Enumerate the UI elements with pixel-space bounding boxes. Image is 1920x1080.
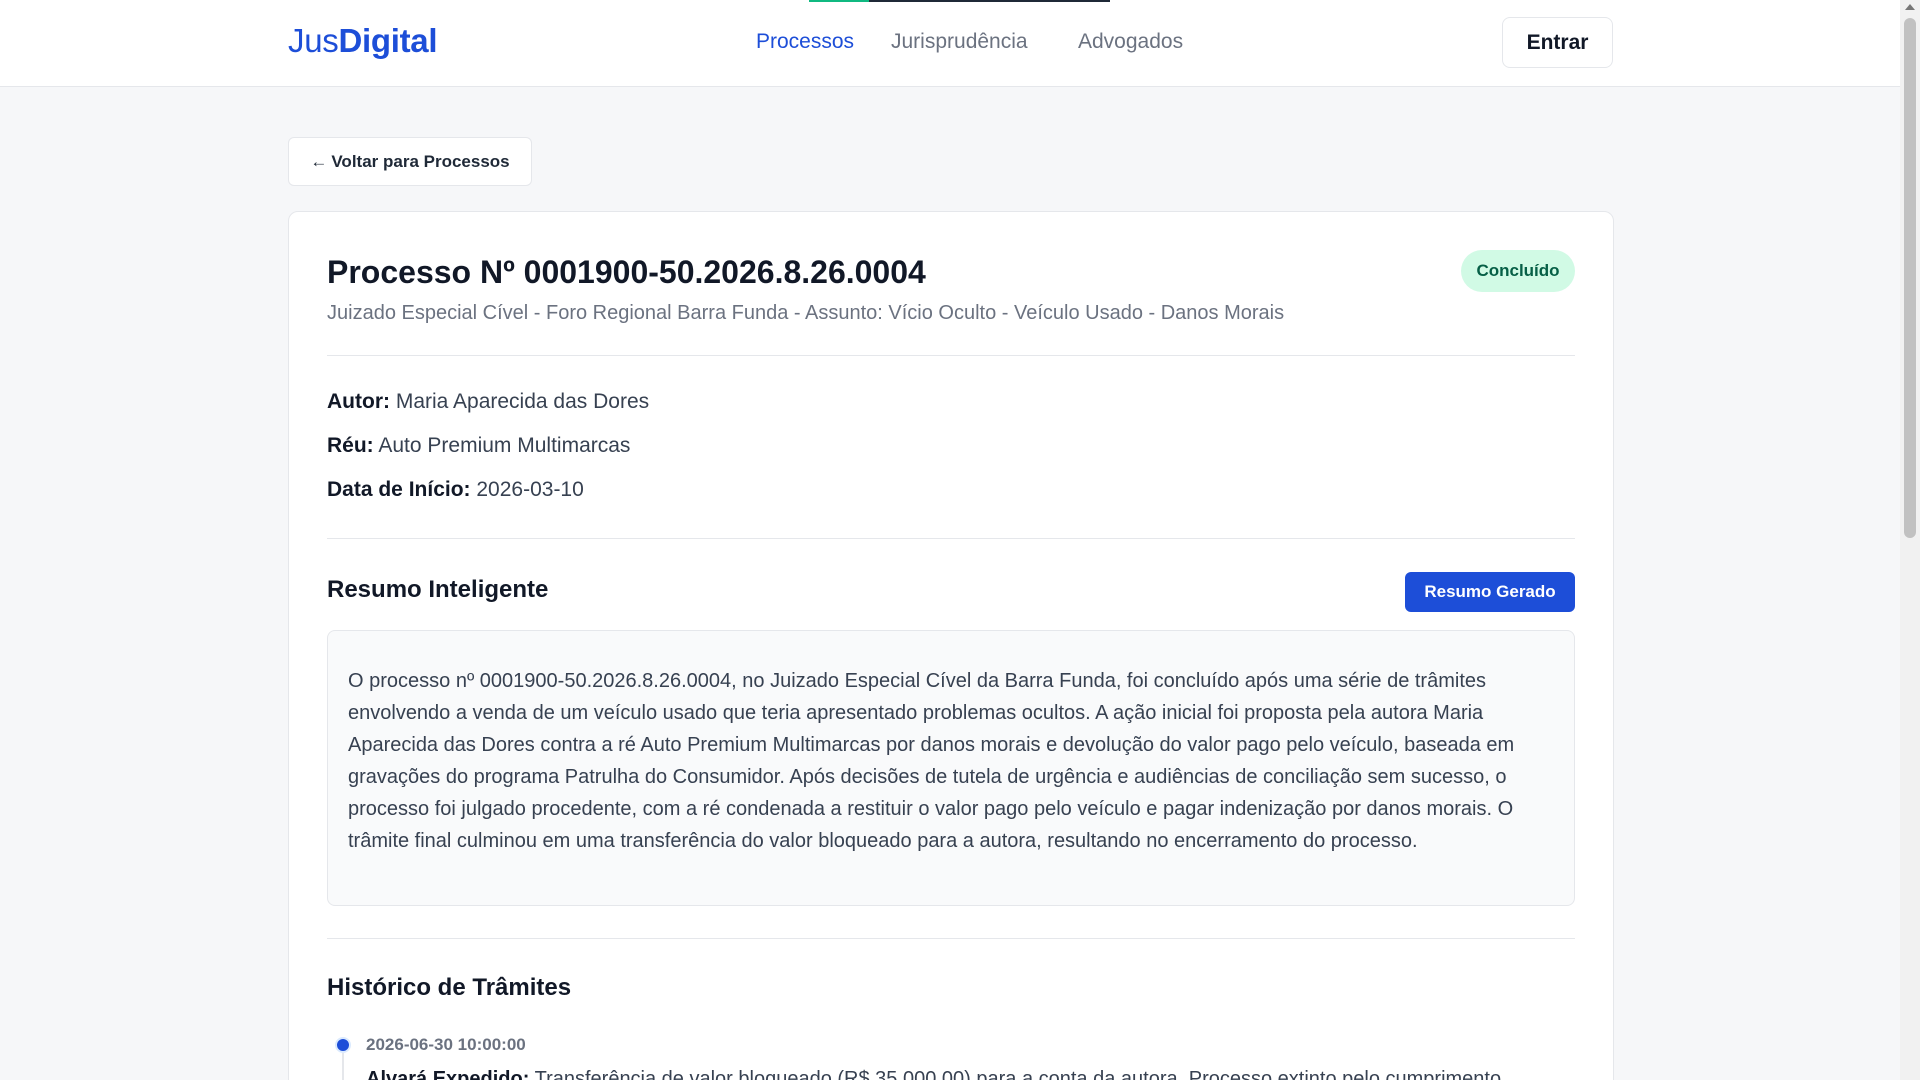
divider	[327, 938, 1575, 939]
login-button[interactable]: Entrar	[1502, 17, 1613, 68]
defendant-row: Réu: Auto Premium Multimarcas	[327, 434, 630, 458]
timeline-line	[342, 1053, 344, 1080]
process-detail-card: Processo Nº 0001900-50.2026.8.26.0004 Ju…	[288, 211, 1614, 1080]
defendant-label: Réu:	[327, 434, 374, 457]
history-item-date: 2026-06-30 10:00:00	[366, 1035, 526, 1054]
process-title: Processo Nº 0001900-50.2026.8.26.0004	[327, 254, 926, 290]
author-row: Autor: Maria Aparecida das Dores	[327, 390, 649, 414]
logo[interactable]: JusDigital	[288, 22, 438, 60]
history-item-description: Transferência de valor bloqueado (R$ 35.…	[534, 1068, 1502, 1080]
back-to-processes-button[interactable]: ← Voltar para Processos	[288, 137, 532, 186]
scrollbar-thumb[interactable]	[1904, 18, 1916, 538]
start-date-row: Data de Início: 2026-03-10	[327, 478, 584, 502]
scroll-up-icon[interactable]	[1905, 4, 1915, 10]
author-label: Autor:	[327, 390, 390, 413]
arrow-left-icon: ←	[310, 151, 328, 171]
process-subtitle: Juizado Especial Cível - Foro Regional B…	[327, 302, 1285, 324]
nav-indicator-bar	[869, 0, 1110, 2]
timeline-dot-icon	[335, 1037, 351, 1053]
nav-advogados[interactable]: Advogados	[1078, 30, 1183, 54]
author-value: Maria Aparecida das Dores	[395, 390, 650, 413]
history-title: Histórico de Trâmites	[327, 974, 572, 1001]
divider	[327, 538, 1575, 539]
divider	[327, 355, 1575, 356]
summary-title: Resumo Inteligente	[327, 576, 549, 603]
logo-text-digital: Digital	[338, 22, 438, 59]
nav-jurisprudencia[interactable]: Jurisprudência	[891, 30, 1028, 54]
defendant-value: Auto Premium Multimarcas	[378, 434, 631, 457]
history-item-text: Alvará Expedido: Transferência de valor …	[366, 1068, 1501, 1080]
history-item-label: Alvará Expedido:	[366, 1068, 530, 1080]
start-date-value: 2026-03-10	[476, 478, 584, 501]
logo-text-jus: Jus	[288, 22, 339, 59]
nav-active-indicator	[809, 0, 869, 2]
summary-text: O processo nº 0001900-50.2026.8.26.0004,…	[327, 630, 1575, 906]
top-navbar: JusDigital Processos Jurisprudência Advo…	[0, 0, 1900, 87]
summary-generated-button[interactable]: Resumo Gerado	[1405, 572, 1575, 612]
back-button-label: Voltar para Processos	[331, 151, 510, 171]
status-badge: Concluído	[1461, 250, 1575, 292]
nav-processos[interactable]: Processos	[756, 30, 854, 54]
start-date-label: Data de Início:	[327, 478, 471, 501]
